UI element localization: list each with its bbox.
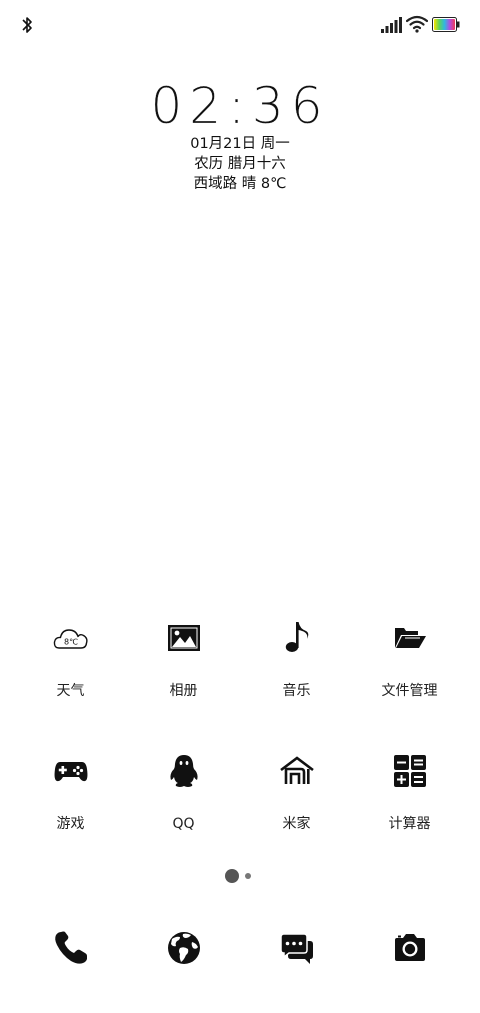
clock-widget[interactable]: 02:36 01月21日 周一 农历 腊月十六 西域路 晴 8℃ xyxy=(0,78,480,194)
dock xyxy=(0,930,480,970)
clock-time[interactable]: 02:36 xyxy=(0,78,480,134)
battery-icon xyxy=(432,17,460,32)
app-label: 米家 xyxy=(282,816,311,832)
weather-cloud-icon: 8℃ xyxy=(53,629,88,649)
app-label: 游戏 xyxy=(56,816,85,832)
weather-summary: 西域路 晴 8℃ xyxy=(193,176,287,192)
calculator-icon xyxy=(393,755,426,787)
weather-badge: 8℃ xyxy=(63,638,77,647)
app-calculator[interactable]: 计算器 xyxy=(353,753,466,833)
cellular-signal-icon xyxy=(381,17,402,33)
folder-open-icon xyxy=(394,628,426,648)
phone-icon[interactable] xyxy=(53,930,89,966)
app-mi-home[interactable]: 米家 xyxy=(240,753,353,833)
bluetooth-icon xyxy=(22,17,32,33)
app-music[interactable]: 音乐 xyxy=(240,620,353,700)
lunar-date: 农历 腊月十六 xyxy=(194,156,286,172)
gamepad-icon xyxy=(54,762,87,782)
app-label: 文件管理 xyxy=(381,683,438,699)
camera-icon[interactable] xyxy=(392,930,428,966)
app-gallery[interactable]: 相册 xyxy=(127,620,240,700)
music-note-icon xyxy=(285,622,308,652)
app-label: QQ xyxy=(172,816,195,832)
app-weather[interactable]: 8℃ 天气 xyxy=(14,620,127,700)
app-file-manager[interactable]: 文件管理 xyxy=(353,620,466,700)
app-label: 相册 xyxy=(169,683,198,699)
mi-home-icon xyxy=(279,756,314,784)
app-label: 计算器 xyxy=(388,816,431,832)
app-qq[interactable]: QQ xyxy=(127,753,240,833)
page-indicator[interactable] xyxy=(0,868,480,884)
qq-penguin-icon xyxy=(169,755,198,787)
wifi-icon xyxy=(406,15,428,33)
status-bar xyxy=(0,0,480,50)
messages-icon[interactable] xyxy=(279,930,315,966)
page-dot[interactable] xyxy=(245,873,251,879)
app-games[interactable]: 游戏 xyxy=(14,753,127,833)
gallery-icon xyxy=(167,625,200,651)
browser-globe-icon[interactable] xyxy=(166,930,202,966)
app-label: 天气 xyxy=(56,683,85,699)
app-label: 音乐 xyxy=(282,683,311,699)
clock-date: 01月21日 周一 xyxy=(190,136,290,152)
page-dot-active[interactable] xyxy=(225,869,239,883)
